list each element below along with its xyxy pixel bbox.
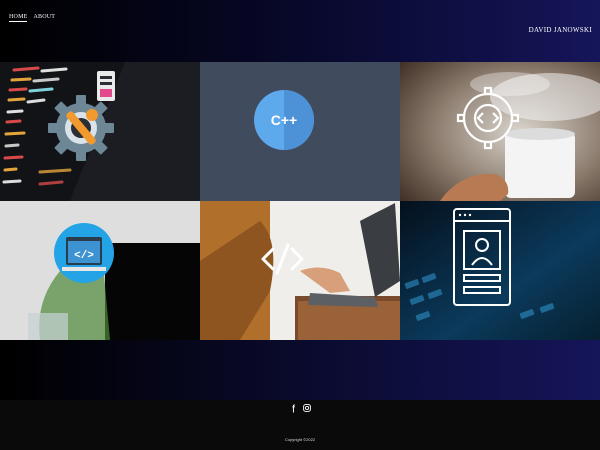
gallery-tile-cpp[interactable]: C++: [200, 62, 400, 201]
project-gallery: C++ </>: [0, 62, 600, 340]
gallery-tile-gear-code[interactable]: [400, 62, 600, 201]
gallery-tile-gear-wrench[interactable]: [0, 62, 200, 201]
svg-text:</>: </>: [74, 250, 94, 262]
cpp-logo-text: C++: [271, 112, 297, 128]
code-brackets-icon: [200, 201, 400, 340]
nav-home-link[interactable]: HOME: [9, 14, 28, 22]
cpp-logo-icon: C++: [200, 62, 400, 201]
social-links: f: [289, 402, 311, 414]
site-header: HOME ABOUT DAVID JANOWSKI: [0, 0, 600, 62]
main-nav: HOME ABOUT: [9, 14, 55, 22]
instagram-icon[interactable]: [302, 402, 311, 414]
decorative-gradient-band: [0, 340, 600, 400]
gallery-tile-code-brackets[interactable]: [200, 201, 400, 340]
site-brand-name[interactable]: DAVID JANOWSKI: [529, 26, 592, 34]
profile-window-icon: [400, 201, 600, 340]
gear-wrench-icon: [0, 62, 200, 201]
gear-code-icon: [400, 62, 600, 201]
nav-about-link[interactable]: ABOUT: [33, 14, 55, 22]
gallery-tile-code-window[interactable]: </>: [0, 201, 200, 340]
gallery-tile-profile-window[interactable]: [400, 201, 600, 340]
copyright-text: Copyright ©2022: [284, 437, 316, 442]
facebook-glyph: f: [292, 403, 296, 414]
code-window-icon: </>: [0, 201, 200, 340]
site-footer: f Copyright ©2022: [0, 400, 600, 450]
facebook-icon[interactable]: f: [289, 402, 298, 414]
